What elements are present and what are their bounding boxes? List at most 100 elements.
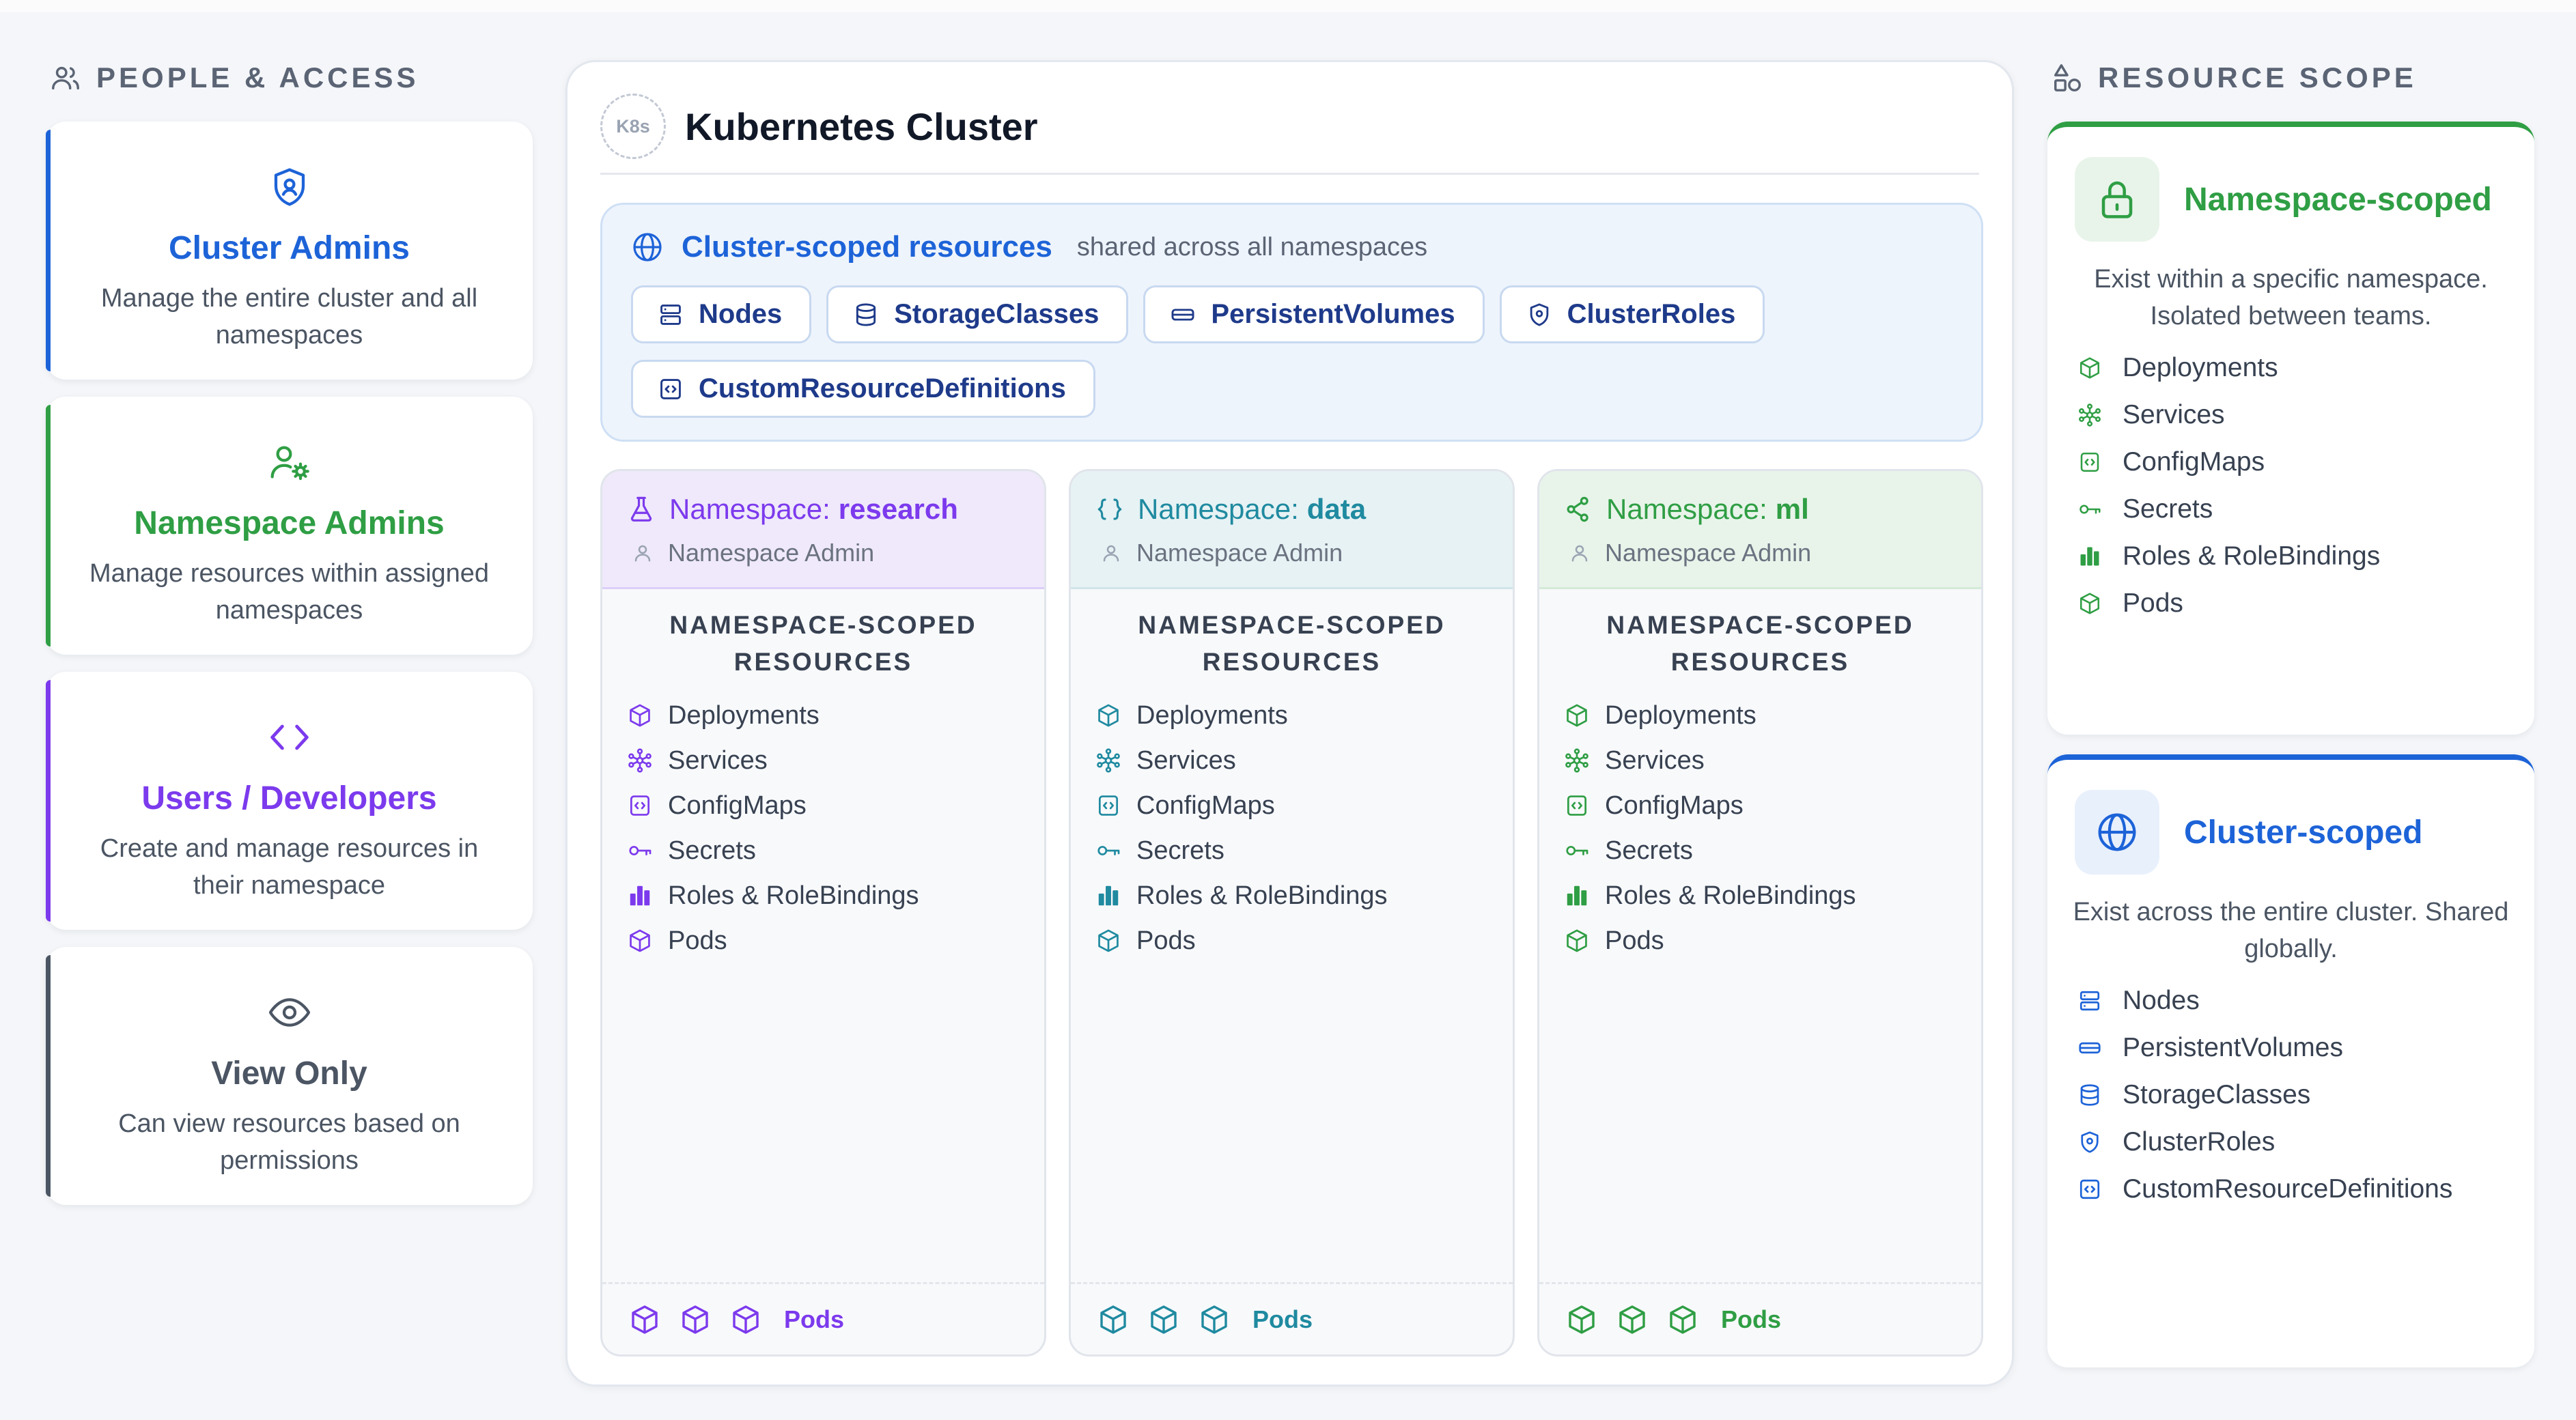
user-icon <box>634 545 651 562</box>
chip-label: ClusterRoles <box>1567 299 1736 329</box>
people-access-title: PEOPLE & ACCESS <box>96 61 419 94</box>
resource-services[interactable]: Services <box>1564 738 1981 783</box>
resource-pods[interactable]: Pods <box>1095 918 1513 963</box>
building-icon <box>630 885 650 906</box>
role-card-users-developers[interactable]: Users / Developers Create and manage res… <box>46 672 533 930</box>
scope-description: Exist within a specific namespace. Isola… <box>2094 265 2488 330</box>
hard-drive-icon <box>2079 1042 2101 1053</box>
server-icon <box>660 304 681 325</box>
resource-deployments[interactable]: Deployments <box>627 693 1044 738</box>
people-access-column: PEOPLE & ACCESS Cluster Admins Manage th… <box>46 56 533 1205</box>
shield-icon <box>1530 303 1548 326</box>
database-icon <box>856 303 876 326</box>
cluster-resource-chips: Nodes StorageClasses PersistentVolumes C… <box>631 285 1963 418</box>
resource-roles-rolebindings[interactable]: Roles & RoleBindings <box>627 873 1044 918</box>
resource-configmaps[interactable]: ConfigMaps <box>1095 783 1513 828</box>
cluster-scoped-subtitle: shared across all namespaces <box>1076 232 1428 261</box>
resource-secrets[interactable]: Secrets <box>1564 828 1981 873</box>
scope-item-services: Services <box>2077 391 2380 438</box>
file-code-icon <box>630 795 650 816</box>
eye-icon <box>268 998 310 1027</box>
code-braces-icon <box>1097 498 1122 520</box>
role-description: Can view resources based on permissions <box>118 1109 460 1175</box>
namespace-card-research[interactable]: Namespace: research Namespace Admin NAME… <box>600 469 1046 1357</box>
divider <box>600 173 1979 175</box>
cube-icon <box>1567 929 1587 952</box>
pods-footer-label: Pods <box>784 1305 845 1333</box>
key-icon <box>1566 846 1588 855</box>
role-card-namespace-admins[interactable]: Namespace Admins Manage resources within… <box>46 397 533 655</box>
resource-secrets[interactable]: Secrets <box>1095 828 1513 873</box>
database-icon <box>2080 1083 2099 1106</box>
chip-storageclasses[interactable]: StorageClasses <box>826 285 1129 343</box>
scope-item-secrets: Secrets <box>2077 485 2380 532</box>
role-card-view-only[interactable]: View Only Can view resources based on pe… <box>46 947 533 1205</box>
cube-icon <box>2080 356 2100 379</box>
server-icon <box>2080 991 2100 1010</box>
share-icon <box>1567 496 1588 522</box>
role-title: Namespace Admins <box>134 505 445 541</box>
globe-icon <box>633 233 662 261</box>
resource-secrets[interactable]: Secrets <box>627 828 1044 873</box>
users-icon <box>52 66 79 90</box>
user-icon <box>1103 545 1119 562</box>
network-icon <box>628 748 652 773</box>
pod-cube-icon <box>733 1305 759 1334</box>
scope-description: Exist across the entire cluster. Shared … <box>2073 898 2509 963</box>
pods-footer-label: Pods <box>1721 1305 1782 1333</box>
network-icon <box>1565 748 1588 773</box>
resource-services[interactable]: Services <box>1095 738 1513 783</box>
cube-icon <box>630 929 650 952</box>
namespace-admin-label: Namespace Admin <box>1136 539 1343 567</box>
cluster-title: Kubernetes Cluster <box>685 104 1038 148</box>
file-code-icon <box>2080 1179 2100 1199</box>
namespace-card-ml[interactable]: Namespace: ml Namespace Admin NAMESPACE-… <box>1537 469 1983 1357</box>
scope-card-namespace-scoped[interactable]: Namespace-scoped Exist within a specific… <box>2047 122 2534 735</box>
namespace-name: data <box>1306 493 1367 525</box>
pod-cube-icon <box>632 1305 658 1334</box>
role-title: View Only <box>211 1055 367 1092</box>
pod-cube-icon <box>1201 1305 1227 1334</box>
shapes-icon <box>2054 64 2081 91</box>
pods-footer: Pods <box>602 1282 1044 1354</box>
pod-cube-icon <box>1569 1305 1595 1334</box>
namespace-name: ml <box>1775 493 1809 525</box>
resource-scope-header: RESOURCE SCOPE <box>2047 56 2534 100</box>
file-code-icon <box>660 378 681 399</box>
namespace-card-data[interactable]: Namespace: data Namespace Admin NAMESPAC… <box>1069 469 1515 1357</box>
scope-card-cluster-scoped[interactable]: Cluster-scoped Exist across the entire c… <box>2047 754 2534 1367</box>
resource-roles-rolebindings[interactable]: Roles & RoleBindings <box>1564 873 1981 918</box>
key-icon <box>2080 504 2101 514</box>
resource-configmaps[interactable]: ConfigMaps <box>627 783 1044 828</box>
chip-clusterroles[interactable]: ClusterRoles <box>1499 285 1765 343</box>
resource-pods[interactable]: Pods <box>1564 918 1981 963</box>
cube-icon <box>630 704 650 727</box>
role-description: Manage the entire cluster and all namesp… <box>100 284 478 350</box>
scope-title: Namespace-scoped <box>2184 181 2492 218</box>
role-card-cluster-admins[interactable]: Cluster Admins Manage the entire cluster… <box>46 122 533 380</box>
pod-cube-icon <box>1670 1305 1696 1334</box>
resource-configmaps[interactable]: ConfigMaps <box>1564 783 1981 828</box>
chip-nodes[interactable]: Nodes <box>631 285 812 343</box>
code-icon <box>270 724 309 750</box>
pod-cube-icon <box>1151 1305 1177 1334</box>
chip-persistentvolumes[interactable]: PersistentVolumes <box>1143 285 1485 343</box>
network-icon <box>1097 748 1120 773</box>
resource-pods[interactable]: Pods <box>627 918 1044 963</box>
namespace-admin-label: Namespace Admin <box>1605 539 1812 567</box>
scope-item-persistentvolumes: PersistentVolumes <box>2077 1024 2452 1071</box>
chip-label: StorageClasses <box>894 299 1100 329</box>
resource-deployments[interactable]: Deployments <box>1095 693 1513 738</box>
chip-customresourcedefinitions[interactable]: CustomResourceDefinitions <box>631 360 1095 418</box>
hard-drive-icon <box>1171 308 1194 321</box>
flask-icon <box>630 496 652 522</box>
resource-deployments[interactable]: Deployments <box>1564 693 1981 738</box>
namespace-row: Namespace: research Namespace Admin NAME… <box>600 469 1983 1357</box>
people-access-header: PEOPLE & ACCESS <box>46 56 533 100</box>
scope-item-clusterroles: ClusterRoles <box>2077 1118 2452 1165</box>
pods-footer-label: Pods <box>1252 1305 1313 1333</box>
resource-services[interactable]: Services <box>627 738 1044 783</box>
resource-roles-rolebindings[interactable]: Roles & RoleBindings <box>1095 873 1513 918</box>
cube-icon <box>1098 929 1119 952</box>
building-icon <box>2080 547 2099 565</box>
